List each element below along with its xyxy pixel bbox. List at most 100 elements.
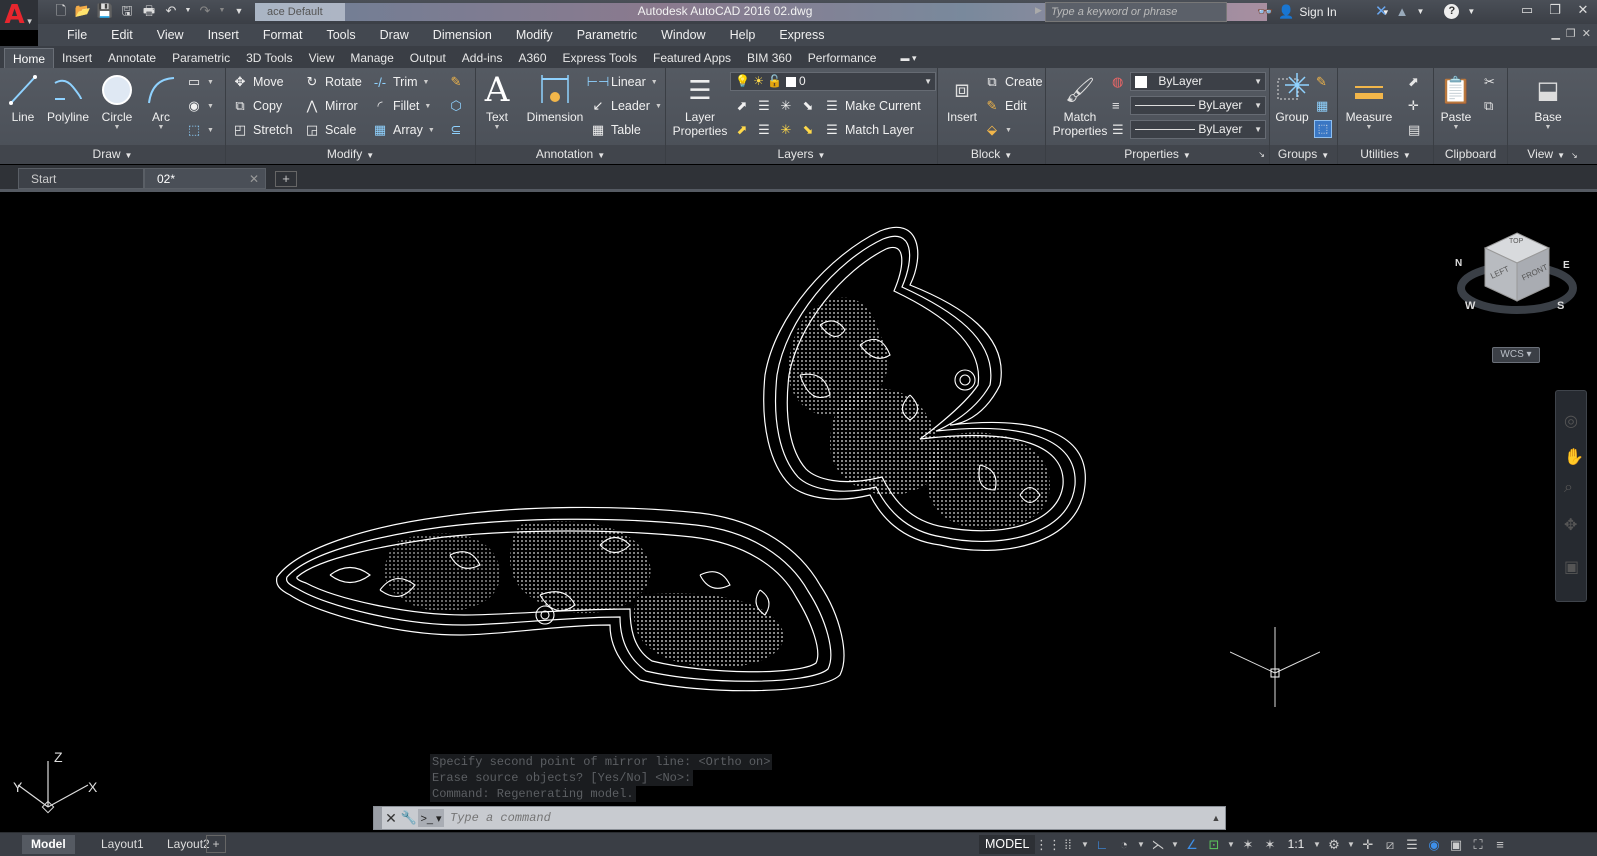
clean-screen-icon[interactable]: ⛶ xyxy=(1467,835,1489,854)
chevron-down-icon[interactable]: ▼ xyxy=(1345,835,1357,854)
line-button[interactable]: Line xyxy=(6,72,40,124)
hardware-acceleration-icon[interactable]: ▣ xyxy=(1445,835,1467,854)
tab-add-ins[interactable]: Add-ins xyxy=(454,48,511,68)
layer-freeze-icon[interactable]: ✳ xyxy=(778,98,794,114)
close-icon[interactable]: ✕ xyxy=(1582,27,1591,40)
snap-mode-icon[interactable]: ⁞⁞ xyxy=(1057,835,1079,854)
new-tab-button[interactable]: + xyxy=(275,171,297,187)
tab-insert[interactable]: Insert xyxy=(54,48,100,68)
utilities-panel-title[interactable]: Utilities ▼ xyxy=(1338,145,1433,164)
add-layout-icon[interactable]: + xyxy=(206,835,226,853)
menu-edit[interactable]: Edit xyxy=(99,24,145,46)
tab-view[interactable]: View xyxy=(301,48,343,68)
close-icon[interactable]: ✕ xyxy=(382,810,400,827)
erase-button[interactable]: ✎ xyxy=(448,72,464,92)
create-block-button[interactable]: ⧉ Create xyxy=(984,72,1042,92)
copy-button[interactable]: ⧉ Copy xyxy=(232,96,282,116)
menu-draw[interactable]: Draw xyxy=(368,24,421,46)
layers-panel-title[interactable]: Layers ▼ xyxy=(666,145,937,164)
viewcube[interactable]: TOP LEFT FRONT N E S W xyxy=(1455,228,1577,331)
units-icon[interactable]: ⧄ xyxy=(1379,835,1401,854)
menu-parametric[interactable]: Parametric xyxy=(565,24,649,46)
zoom-icon[interactable]: ⌕ xyxy=(1564,479,1573,497)
point-icon[interactable]: ✛ xyxy=(1408,98,1419,114)
explode-button[interactable]: ⬡ xyxy=(448,96,464,116)
layer-thaw-all-icon[interactable]: ✳ xyxy=(778,122,794,138)
groups-panel-title[interactable]: Groups ▼ xyxy=(1270,145,1337,164)
properties-panel-title[interactable]: Properties ▼ ↘ xyxy=(1046,145,1269,164)
chevron-down-icon[interactable]: ▼ xyxy=(1225,835,1237,854)
orbit-icon[interactable]: ✥ xyxy=(1564,515,1577,535)
chevron-down-icon[interactable]: ▼ xyxy=(1467,7,1475,16)
annotation-panel-title[interactable]: Annotation ▼ xyxy=(476,145,665,164)
tab-a360[interactable]: A360 xyxy=(510,48,554,68)
insert-block-button[interactable]: ⧈ Insert xyxy=(944,72,980,124)
tab-express-tools[interactable]: Express Tools xyxy=(555,48,645,68)
wcs-menu[interactable]: WCS ▾ xyxy=(1492,347,1540,363)
chevron-down-icon[interactable]: ▼ xyxy=(1311,835,1323,854)
draw-panel-title[interactable]: Draw ▼ xyxy=(0,145,225,164)
move-button[interactable]: ✥ Move xyxy=(232,72,284,92)
chevron-down-icon[interactable]: ▼ xyxy=(1169,835,1181,854)
file-tab-start[interactable]: Start xyxy=(18,168,144,189)
annotation-monitor-icon[interactable]: ✛ xyxy=(1357,835,1379,854)
menu-tools[interactable]: Tools xyxy=(314,24,367,46)
layout-tab-model[interactable]: Model xyxy=(22,835,75,854)
tab-home[interactable]: Home xyxy=(4,48,55,68)
group-selection-icon[interactable]: ⬚ xyxy=(1314,120,1332,138)
recent-commands-icon[interactable]: >_ ▾ xyxy=(418,809,444,827)
search-input[interactable]: Type a keyword or phrase xyxy=(1045,2,1227,22)
layout-tab-layout1[interactable]: Layout1 xyxy=(92,835,153,854)
customize-icon[interactable]: 🔧 xyxy=(400,810,418,826)
layer-properties-button[interactable]: ☰ Layer Properties xyxy=(670,72,730,139)
layer-on-all-icon[interactable]: ⬈ xyxy=(734,122,750,138)
tab-featured-apps[interactable]: Featured Apps xyxy=(645,48,739,68)
chevron-down-icon[interactable]: ▼ xyxy=(1135,835,1147,854)
menu-dimension[interactable]: Dimension xyxy=(421,24,504,46)
linetype-dropdown[interactable]: ByLayer ▼ xyxy=(1130,96,1266,115)
block-attributes-button[interactable]: ⬙ ▼ xyxy=(984,120,1012,140)
close-tab-icon[interactable]: ✕ xyxy=(249,169,259,190)
table-button[interactable]: ▦ Table xyxy=(590,120,641,140)
linear-dimension-button[interactable]: ⊢⊣ Linear ▼ xyxy=(587,72,658,92)
layer-dropdown[interactable]: 💡 ☀ 🔓 0 ▼ xyxy=(730,72,936,91)
color-dropdown[interactable]: ByLayer ▼ xyxy=(1130,72,1266,91)
menu-help[interactable]: Help xyxy=(718,24,768,46)
compass-west[interactable]: W xyxy=(1465,300,1475,312)
leader-button[interactable]: ↙ Leader ▼ xyxy=(590,96,662,116)
match-layer-button[interactable]: ☰ Match Layer xyxy=(824,120,914,140)
search-expand-icon[interactable]: ▶ xyxy=(1035,5,1042,16)
group-button[interactable]: Group xyxy=(1274,72,1310,124)
annotation-scale[interactable]: 1:1 xyxy=(1281,835,1311,854)
workspace-switching-icon[interactable]: ⚙ xyxy=(1323,835,1345,854)
fillet-button[interactable]: ◜ Fillet ▼ xyxy=(372,96,431,116)
measure-button[interactable]: Measure ▼ xyxy=(1342,72,1396,132)
menu-view[interactable]: View xyxy=(145,24,196,46)
base-view-button[interactable]: ⬓ Base ▼ xyxy=(1528,72,1568,132)
circle-button[interactable]: Circle ▼ xyxy=(98,72,136,132)
compass-east[interactable]: E xyxy=(1563,260,1570,271)
polar-tracking-icon[interactable]: ◔ xyxy=(1113,835,1135,854)
menu-modify[interactable]: Modify xyxy=(504,24,565,46)
copy-clip-icon[interactable]: ⧉ xyxy=(1484,98,1493,114)
object-snap-icon[interactable]: ⊡ xyxy=(1203,835,1225,854)
close-icon[interactable]: ✕ xyxy=(1569,0,1597,20)
viewcube-top[interactable]: TOP xyxy=(1509,238,1523,245)
compass-south[interactable]: S xyxy=(1557,300,1564,312)
boundary-button[interactable]: ⬚ ▼ xyxy=(186,120,214,140)
pan-icon[interactable]: ✋ xyxy=(1564,447,1584,467)
isodraft-icon[interactable]: ⋋ xyxy=(1147,835,1169,854)
grid-icon[interactable]: ⋮⋮ xyxy=(1035,835,1061,854)
chevron-down-icon[interactable]: ▼ xyxy=(1416,7,1424,16)
menu-file[interactable]: File xyxy=(55,24,99,46)
tab-3d-tools[interactable]: 3D Tools xyxy=(238,48,300,68)
edit-block-button[interactable]: ✎ Edit xyxy=(984,96,1027,116)
make-current-button[interactable]: ☰ Make Current xyxy=(824,96,921,116)
chevron-down-icon[interactable]: ▼ xyxy=(1079,835,1091,854)
quick-select-icon[interactable]: ⬈ xyxy=(1408,74,1419,90)
group-edit-icon[interactable]: ▦ xyxy=(1316,98,1328,114)
arc-button[interactable]: Arc ▼ xyxy=(144,72,178,132)
text-button[interactable]: A Text ▼ xyxy=(482,70,512,132)
annotation-visibility-icon[interactable]: ✶ xyxy=(1237,835,1259,854)
stretch-button[interactable]: ◰ Stretch xyxy=(232,120,293,140)
